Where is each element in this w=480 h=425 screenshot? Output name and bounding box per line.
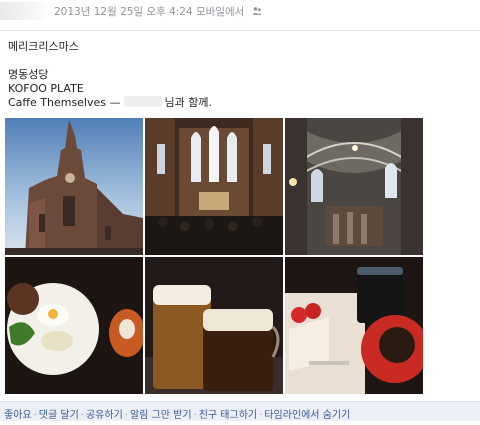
tag-friends-link[interactable]: 친구 태그하기	[199, 410, 257, 421]
photo-cathedral-interior[interactable]	[145, 118, 283, 255]
photo-grid	[5, 118, 423, 396]
post-timestamp[interactable]: 2013년 12월 25일 오후 4:24 모바일에서	[54, 6, 244, 18]
post-blank-line	[8, 54, 212, 68]
with-suffix: 님과 함께.	[164, 96, 212, 109]
header-divider	[0, 30, 480, 31]
photo-beers[interactable]	[145, 257, 283, 394]
comment-link[interactable]: 댓글 달기	[39, 410, 79, 421]
separator: ·	[124, 410, 128, 421]
separator: ·	[33, 410, 37, 421]
action-bar: 좋아요 · 댓글 달기 · 공유하기 · 알림 그만 받기 · 친구 태그하기 · 타임라인에서 숨…	[0, 401, 480, 421]
post-line-place2[interactable]: KOFOO PLATE	[8, 82, 212, 96]
share-link[interactable]: 공유하기	[86, 410, 123, 421]
post-line-place3: Caffe Themselves — 님과 함께.	[8, 96, 212, 110]
post-header: 2013년 12월 25일 오후 4:24 모바일에서	[0, 0, 480, 28]
caffe-link[interactable]: Caffe Themselves —	[8, 96, 121, 109]
blurred-avatar	[0, 2, 48, 20]
stop-notifications-link[interactable]: 알림 그만 받기	[130, 410, 192, 421]
separator: ·	[259, 410, 263, 421]
photo-cathedral-exterior[interactable]	[5, 118, 143, 255]
post-line-place1[interactable]: 명동성당	[8, 68, 212, 82]
post-line-greeting: 메리크리스마스	[8, 40, 79, 53]
photo-vaulted-ceiling[interactable]	[285, 118, 423, 255]
photo-cake-coffee[interactable]	[285, 257, 423, 394]
blurred-tagged-friend[interactable]	[123, 96, 162, 107]
like-link[interactable]: 좋아요	[4, 410, 32, 421]
post-text: 메리크리스마스 명동성당 KOFOO PLATE Caffe Themselve…	[8, 40, 212, 110]
hide-from-timeline-link[interactable]: 타임라인에서 숨기기	[264, 410, 350, 421]
separator: ·	[193, 410, 197, 421]
photo-food-plate[interactable]	[5, 257, 143, 394]
people-icon[interactable]	[252, 6, 262, 16]
separator: ·	[80, 410, 84, 421]
post-meta: 2013년 12월 25일 오후 4:24 모바일에서	[54, 4, 262, 19]
